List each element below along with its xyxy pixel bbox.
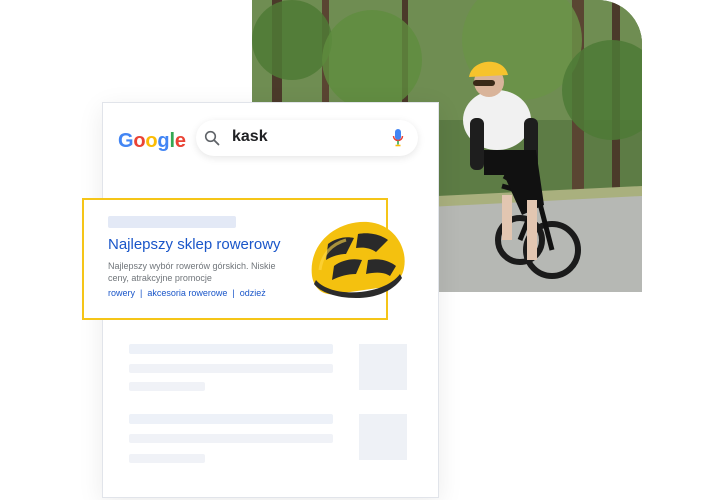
result-placeholder-line [129,434,333,443]
ad-description: Najlepszy wybór rowerów górskich. Niskie… [108,261,276,283]
result-thumbnail-placeholder [359,414,407,460]
ad-title[interactable]: Najlepszy sklep rowerowy [108,236,281,253]
result-placeholder-line [129,382,205,391]
result-placeholder-line [129,364,333,373]
search-icon[interactable] [204,130,220,146]
google-logo: Google [118,130,186,152]
result-placeholder-line [129,414,333,424]
sitelink-separator: | [232,288,235,298]
mic-icon[interactable] [392,128,404,148]
result-placeholder-line [129,344,333,354]
ad-url-placeholder [108,216,236,228]
result-placeholder-line [129,454,205,463]
sitelink-separator: | [140,288,143,298]
sitelink-rowery[interactable]: rowery [108,288,135,298]
ad-sitelinks: rowery | akcesoria rowerowe | odzież [108,288,266,298]
search-query: kask [232,128,268,145]
sitelink-odziez[interactable]: odzież [240,288,266,298]
search-input[interactable]: kask [196,120,418,156]
result-thumbnail-placeholder [359,344,407,390]
bike-helmet-image [311,221,405,298]
sitelink-akcesoria[interactable]: akcesoria rowerowe [147,288,227,298]
